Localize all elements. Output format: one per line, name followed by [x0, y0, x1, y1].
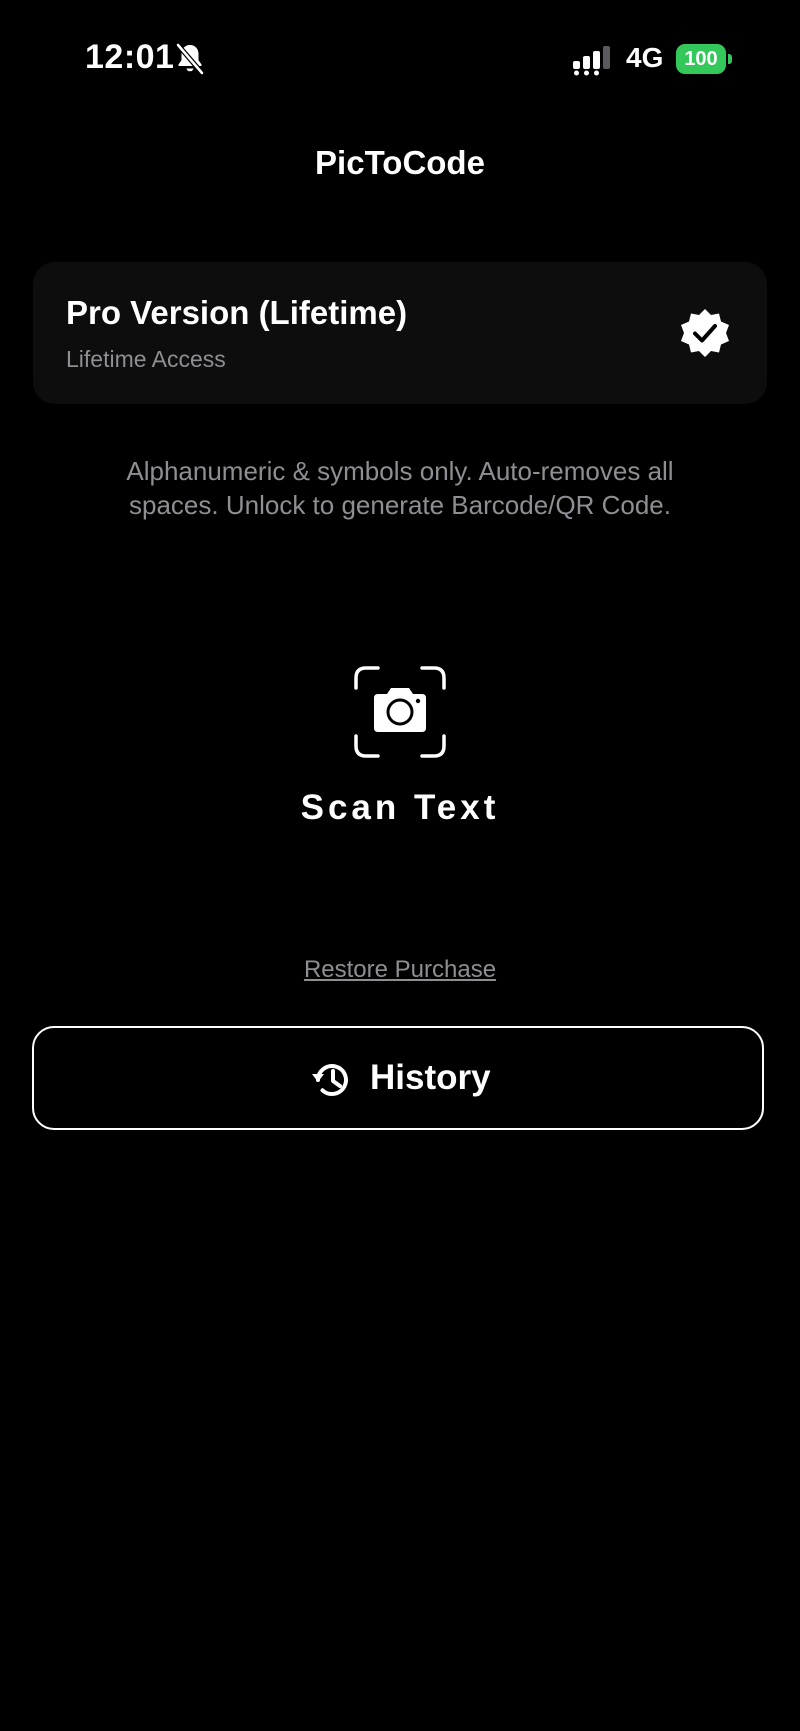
- history-button[interactable]: History: [32, 1026, 764, 1130]
- scan-text-label: Scan Text: [300, 788, 500, 827]
- description-text: Alphanumeric & symbols only. Auto-remove…: [126, 456, 674, 520]
- battery-level: 100: [676, 44, 726, 74]
- battery-nub: [728, 54, 732, 64]
- pro-title: Pro Version (Lifetime): [66, 294, 408, 331]
- camera-scan-icon: [354, 666, 446, 758]
- pro-subtitle: Lifetime Access: [66, 346, 226, 372]
- restore-purchase-link[interactable]: Restore Purchase: [0, 956, 800, 984]
- battery-icon: 100: [676, 44, 732, 74]
- pro-version-card: Pro Version (Lifetime) Lifetime Access: [33, 262, 767, 404]
- status-bar: 12:01 4G 100: [0, 0, 800, 120]
- status-time: 12:01: [85, 38, 175, 76]
- history-icon: [312, 1064, 348, 1096]
- page-title: PicToCode: [315, 144, 485, 181]
- scan-text-button[interactable]: Scan Text: [280, 656, 520, 836]
- signal-icon: [573, 46, 610, 76]
- verified-badge-icon: [681, 309, 729, 357]
- bell-slash-icon: [176, 43, 204, 75]
- network-type: 4G: [626, 42, 664, 73]
- history-label: History: [370, 1058, 491, 1097]
